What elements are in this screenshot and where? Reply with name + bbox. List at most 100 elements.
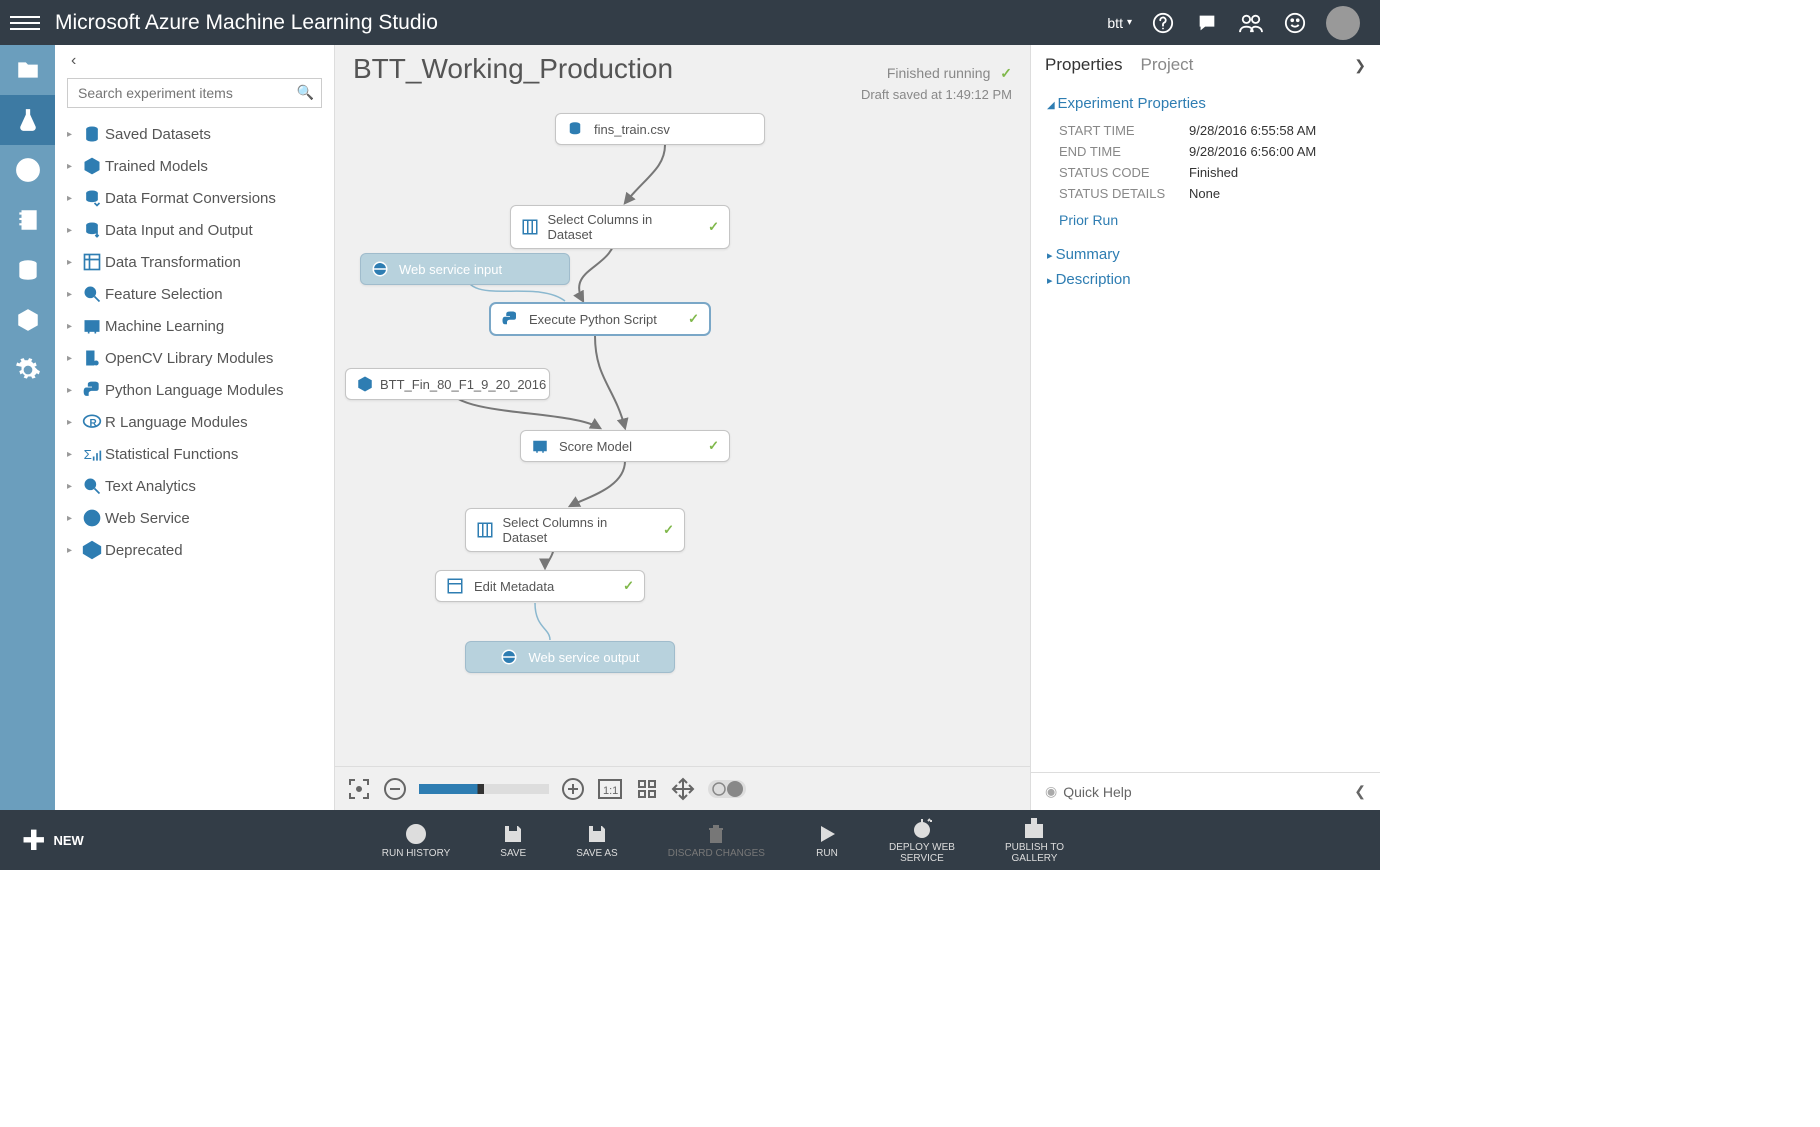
bottom-bar: ✚NEW RUN HISTORY SAVE SAVE AS DISCARD CH… xyxy=(0,810,1380,870)
new-button[interactable]: ✚NEW xyxy=(0,824,106,857)
node-trained-model[interactable]: BTT_Fin_80_F1_9_20_2016 xyxy=(345,368,550,400)
pan-icon[interactable] xyxy=(671,777,695,801)
avatar[interactable] xyxy=(1326,6,1360,40)
row-end-time: END TIME9/28/2016 6:56:00 AM xyxy=(1047,141,1364,162)
hamburger-menu[interactable] xyxy=(10,8,40,38)
palette-collapse[interactable]: ‹ xyxy=(63,50,326,72)
rail-webservices[interactable] xyxy=(0,145,55,195)
discard-button[interactable]: DISCARD CHANGES xyxy=(668,822,765,859)
rail-projects[interactable] xyxy=(0,45,55,95)
node-label: Select Columns in Dataset xyxy=(502,515,645,545)
people-icon[interactable] xyxy=(1238,10,1264,36)
cat-statistical[interactable]: ▸ΣStatistical Functions xyxy=(63,438,326,470)
cat-trained-models[interactable]: ▸Trained Models xyxy=(63,150,326,182)
zoom-out-button[interactable] xyxy=(383,777,407,801)
expand-arrow-icon[interactable]: ❯ xyxy=(1354,57,1366,74)
rail-experiments[interactable] xyxy=(0,95,55,145)
node-label: Web service output xyxy=(528,650,639,665)
minimap-icon[interactable] xyxy=(635,777,659,801)
user-menu[interactable]: btt xyxy=(1107,15,1132,31)
cat-label: Saved Datasets xyxy=(105,126,211,143)
check-icon: ✓ xyxy=(605,578,634,594)
model-icon xyxy=(356,375,374,393)
check-icon: ✓ xyxy=(690,219,719,235)
cat-label: Machine Learning xyxy=(105,318,224,335)
node-score-model[interactable]: Score Model ✓ xyxy=(520,430,730,462)
cat-deprecated[interactable]: ▸Deprecated xyxy=(63,534,326,566)
run-button[interactable]: RUN xyxy=(815,822,839,859)
check-icon: ✓ xyxy=(670,311,699,327)
canvas-toolbar: 1:1 xyxy=(335,766,1030,810)
cat-data-format[interactable]: ▸Data Format Conversions xyxy=(63,182,326,214)
smile-icon[interactable] xyxy=(1282,10,1308,36)
search-input[interactable] xyxy=(67,78,322,108)
cat-label: R Language Modules xyxy=(105,414,248,431)
node-dataset[interactable]: fins_train.csv xyxy=(555,113,765,145)
tab-project[interactable]: Project xyxy=(1140,55,1193,75)
cat-r[interactable]: ▸RR Language Modules xyxy=(63,406,326,438)
dataset-icon xyxy=(566,120,588,138)
main: ‹ 🔍 ▸Saved Datasets ▸Trained Models ▸Dat… xyxy=(0,45,1380,810)
palette: ‹ 🔍 ▸Saved Datasets ▸Trained Models ▸Dat… xyxy=(55,45,335,810)
deploy-button[interactable]: DEPLOY WEB SERVICE xyxy=(889,816,955,864)
app-title: Microsoft Azure Machine Learning Studio xyxy=(55,11,1107,35)
node-edit-metadata[interactable]: Edit Metadata ✓ xyxy=(435,570,645,602)
draft-saved: Draft saved at 1:49:12 PM xyxy=(335,87,1030,108)
node-ws-input[interactable]: Web service input xyxy=(360,253,570,285)
canvas: BTT_Working_Production Finished running … xyxy=(335,45,1030,810)
node-ws-output[interactable]: Web service output xyxy=(465,641,675,673)
rail-settings[interactable] xyxy=(0,345,55,395)
node-select-columns-2[interactable]: Select Columns in Dataset ✓ xyxy=(465,508,685,552)
cat-opencv[interactable]: ▸OpenCV Library Modules xyxy=(63,342,326,374)
node-label: BTT_Fin_80_F1_9_20_2016 xyxy=(380,377,546,392)
zoom-slider[interactable] xyxy=(419,784,549,794)
run-history-button[interactable]: RUN HISTORY xyxy=(382,822,451,859)
topbar-right: btt xyxy=(1107,6,1360,40)
save-as-button[interactable]: SAVE AS xyxy=(576,822,618,859)
globe-icon xyxy=(500,648,522,666)
prior-run-link[interactable]: Prior Run xyxy=(1047,204,1364,238)
rail-notebooks[interactable] xyxy=(0,195,55,245)
section-summary[interactable]: Summary xyxy=(1047,246,1364,263)
cat-label: Text Analytics xyxy=(105,478,196,495)
search-icon[interactable]: 🔍 xyxy=(297,84,314,101)
publish-button[interactable]: PUBLISH TO GALLERY xyxy=(1005,816,1064,864)
section-experiment-properties[interactable]: Experiment Properties xyxy=(1047,95,1364,112)
python-icon xyxy=(501,310,523,328)
cat-saved-datasets[interactable]: ▸Saved Datasets xyxy=(63,118,326,150)
node-label: Execute Python Script xyxy=(529,312,657,327)
tab-properties[interactable]: Properties xyxy=(1045,55,1122,75)
cat-data-transform[interactable]: ▸Data Transformation xyxy=(63,246,326,278)
node-python[interactable]: Execute Python Script ✓ xyxy=(490,303,710,335)
cat-label: Trained Models xyxy=(105,158,208,175)
quick-help[interactable]: ◉ Quick Help ❮ xyxy=(1031,772,1380,810)
cat-data-io[interactable]: ▸Data Input and Output xyxy=(63,214,326,246)
help-icon[interactable] xyxy=(1150,10,1176,36)
cat-label: Feature Selection xyxy=(105,286,223,303)
svg-text:Σ: Σ xyxy=(84,447,92,462)
left-rail xyxy=(0,45,55,810)
experiment-title[interactable]: BTT_Working_Production xyxy=(353,53,887,85)
zoom-fit-icon[interactable] xyxy=(347,777,371,801)
columns-icon xyxy=(476,521,496,539)
save-button[interactable]: SAVE xyxy=(500,822,526,859)
cat-text-analytics[interactable]: ▸Text Analytics xyxy=(63,470,326,502)
cat-web-service[interactable]: ▸Web Service xyxy=(63,502,326,534)
rail-models[interactable] xyxy=(0,295,55,345)
row-status-details: STATUS DETAILSNone xyxy=(1047,183,1364,204)
top-bar: Microsoft Azure Machine Learning Studio … xyxy=(0,0,1380,45)
webservice-toggle[interactable] xyxy=(707,777,747,801)
chat-icon[interactable] xyxy=(1194,10,1220,36)
zoom-in-button[interactable] xyxy=(561,777,585,801)
zoom-actual-icon[interactable]: 1:1 xyxy=(597,777,623,801)
graph[interactable]: fins_train.csv Select Columns in Dataset… xyxy=(335,108,1030,766)
cat-feature-selection[interactable]: ▸Feature Selection xyxy=(63,278,326,310)
section-description[interactable]: Description xyxy=(1047,271,1364,288)
cat-machine-learning[interactable]: ▸Machine Learning xyxy=(63,310,326,342)
chevron-up-icon: ❮ xyxy=(1354,783,1366,800)
cat-python[interactable]: ▸Python Language Modules xyxy=(63,374,326,406)
help-small-icon: ◉ xyxy=(1045,783,1057,800)
node-select-columns-1[interactable]: Select Columns in Dataset ✓ xyxy=(510,205,730,249)
svg-text:1:1: 1:1 xyxy=(603,785,618,797)
rail-datasets[interactable] xyxy=(0,245,55,295)
